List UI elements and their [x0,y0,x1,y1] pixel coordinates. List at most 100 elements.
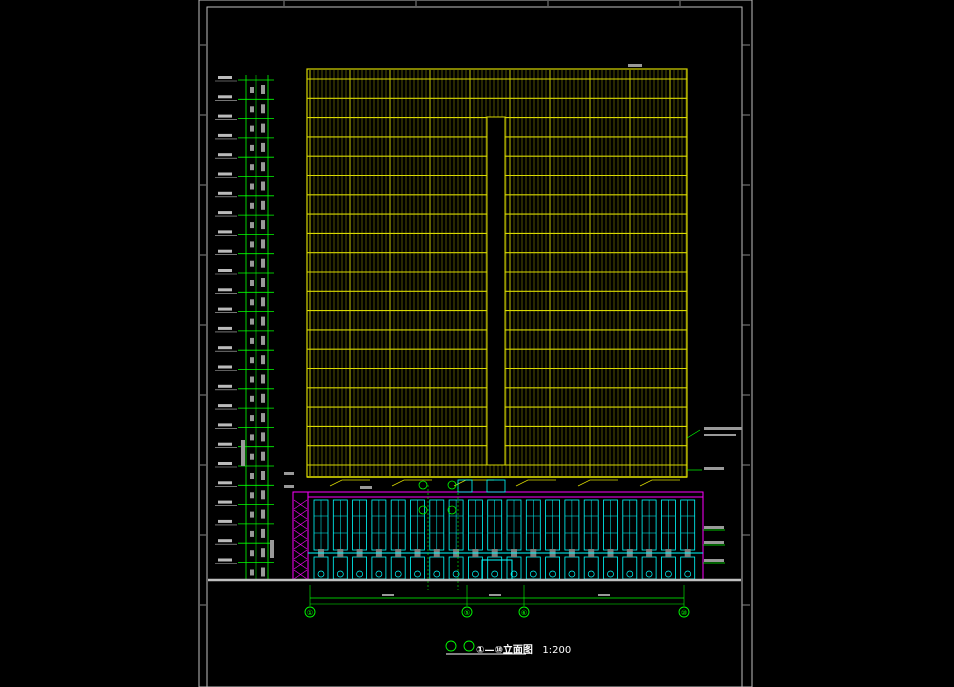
dim-text-mark [250,299,254,306]
dim-text-mark [261,471,265,480]
dim-text-mark [261,509,265,519]
note-mark [704,427,742,430]
level-value-mark [218,500,232,504]
ground-window [448,556,464,580]
level-value-mark [218,346,232,350]
dim-text-mark [261,258,265,268]
ground-ornament [549,570,556,578]
level-value-mark [218,133,232,137]
dim-text-mark [261,490,265,500]
ground-window [641,556,657,580]
ground-window [525,556,541,580]
level-value-mark [218,423,232,427]
dim-text-mark [250,569,254,576]
dim-text-mark [250,222,254,229]
ground-ornament [356,570,363,578]
ground-ornament [607,570,614,578]
level-value-mark [218,326,232,330]
canopy-line [329,479,370,487]
canopy-box [457,479,473,493]
dim-text-mark [261,548,265,558]
ground-window [410,556,425,580]
dim-text-mark [261,316,265,326]
level-value-mark [218,76,232,79]
ground-window [429,556,445,580]
sheet-frame [198,0,753,687]
level-value-mark [218,269,232,272]
grid-label: ① [307,609,313,617]
dim-text-mark [261,104,265,114]
frame-ticks [200,1,750,606]
grid-label: ⑩ [681,609,687,617]
dim-text-mark [250,144,254,151]
ground-ornament [587,570,595,578]
note-mark [704,559,724,562]
ground-window [313,556,329,580]
ground-window [371,556,387,580]
note-mark [704,434,736,436]
dim-text-mark [250,415,254,422]
title-bubble [463,640,475,652]
level-value-mark [218,307,232,311]
dim-text-mark [261,355,265,365]
podium-facade [292,479,704,590]
level-value-mark [218,539,232,543]
dim-text-mark [250,87,254,93]
level-value-mark [218,519,232,523]
dim-text-mark [250,530,254,537]
level-value-mark [218,191,232,195]
level-value-mark [218,384,232,388]
level-value-mark [218,558,232,562]
note-mark [360,486,372,489]
level-dimension-column [215,75,274,580]
entrance [481,559,513,581]
note-mark [284,485,294,488]
dim-text-mark [250,260,254,267]
ground-ornament [433,570,441,578]
dim-text-mark [250,453,254,460]
dim-text-mark [261,200,265,210]
dim-text-mark [250,376,254,383]
central-shaft [486,116,506,466]
dim-text-mark [250,511,254,518]
level-value-mark [218,365,232,369]
dim-text-mark [261,123,265,133]
ground-ornament [317,570,325,578]
ground-ornament [394,570,402,578]
dim-text-mark [489,594,501,596]
dim-text-mark [270,540,274,558]
dim-text-mark [250,318,254,325]
level-value-mark [218,211,232,215]
grid-label: ⑥ [521,609,527,617]
dim-text-mark [250,492,254,499]
note-mark [704,541,724,544]
ground-window [467,556,483,580]
title-scale: 1:200 [542,645,572,656]
grid-label: ⑤ [464,609,470,617]
note-mark [704,526,724,529]
dim-text-mark [261,393,265,403]
dim-text-mark [250,434,254,441]
ground-window [390,556,406,580]
title-label: ①—⑩立面图 [476,645,533,656]
ground-window [332,556,348,580]
ground-window [680,556,696,580]
dim-text-mark [250,125,254,132]
dim-text-mark [250,183,254,190]
dim-text-mark [250,357,254,364]
dim-text-mark [261,142,265,152]
dim-text-mark [250,395,254,402]
ground-window [583,556,599,580]
dim-text-mark [250,550,254,557]
level-value-mark [218,249,232,253]
canopy-line [577,479,618,487]
canopy-line [515,479,556,487]
title-bubble [445,640,457,652]
ground-window [603,556,618,580]
note-mark [284,472,294,475]
dim-text-mark [261,85,265,94]
dim-text-mark [261,567,265,577]
dim-text-mark [241,440,245,466]
ground-window [352,556,368,580]
ground-window [661,556,676,580]
